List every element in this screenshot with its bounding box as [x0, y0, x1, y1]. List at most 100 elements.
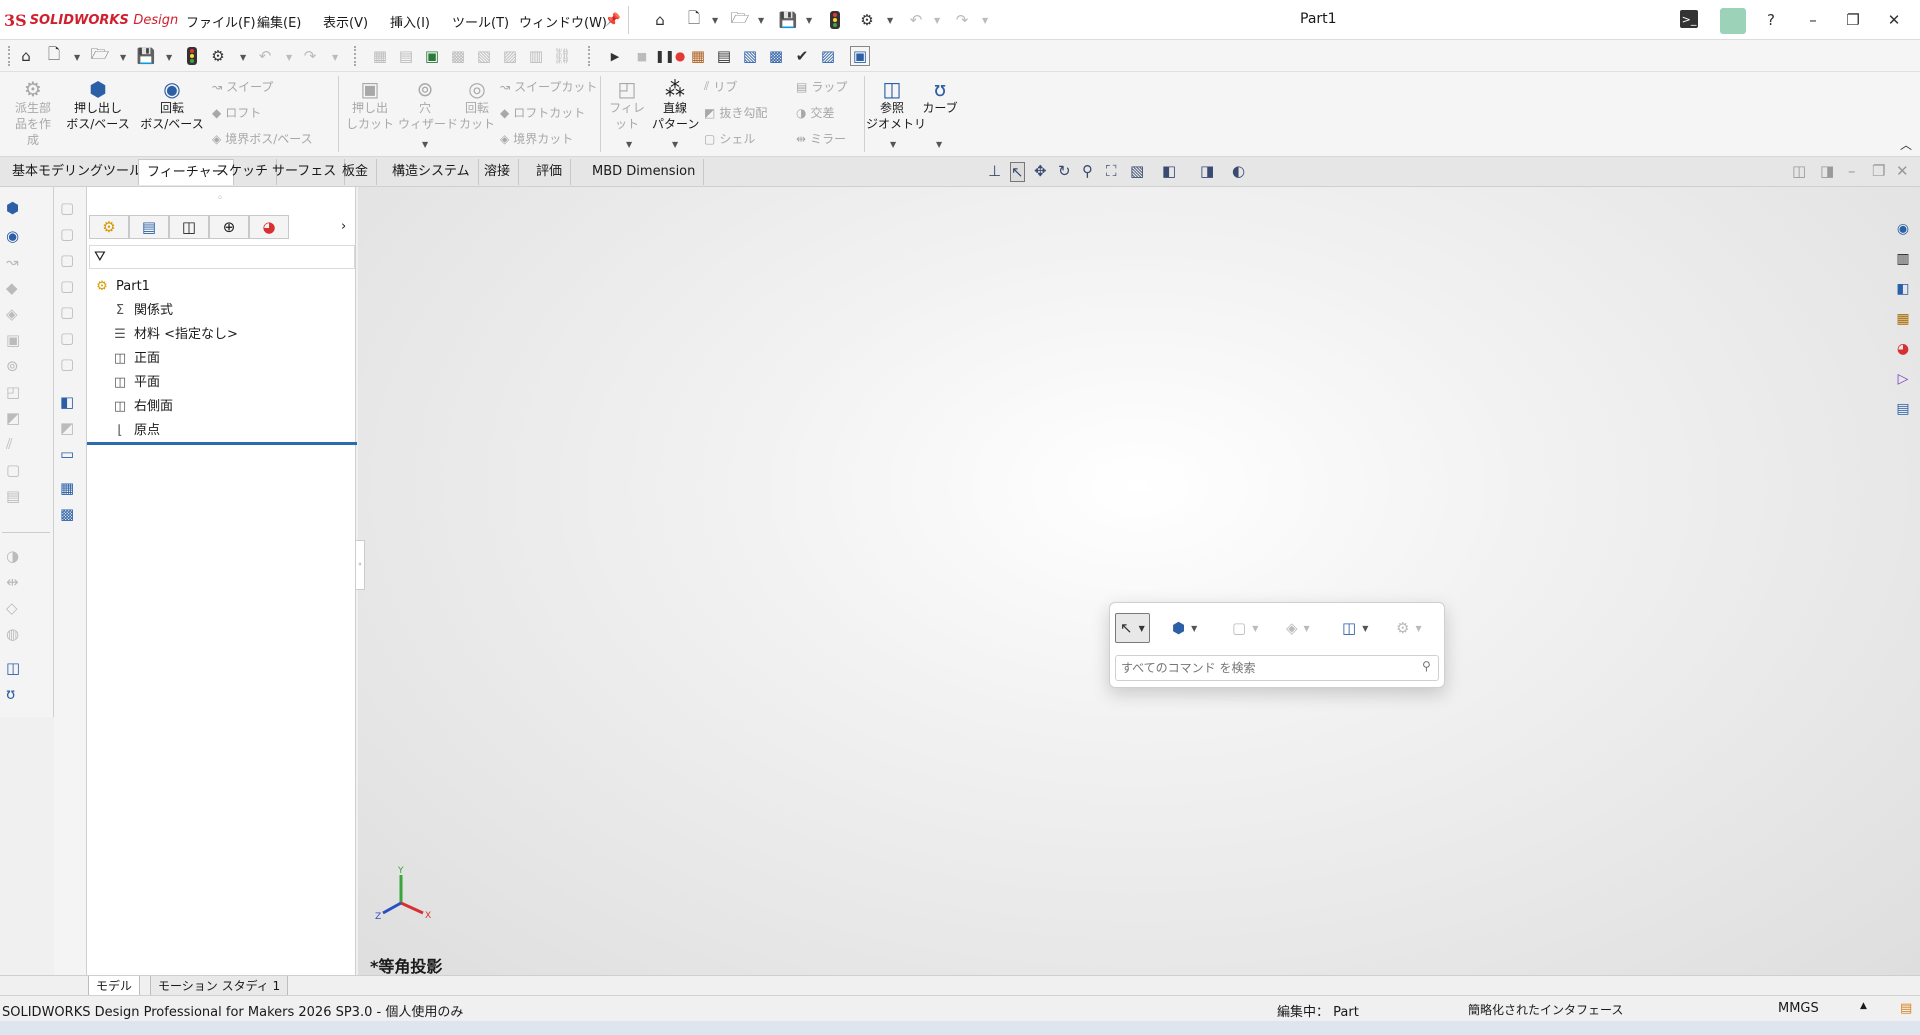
- image-annotation-icon[interactable]: ▣: [422, 46, 442, 66]
- tab-evaluate[interactable]: 評価: [528, 159, 572, 185]
- configuration-tab-icon[interactable]: ◫: [169, 215, 209, 239]
- home-icon[interactable]: ⌂: [16, 46, 36, 66]
- mirror-button[interactable]: ⇹ ミラー: [796, 130, 846, 147]
- menu-insert[interactable]: 挿入(I): [390, 12, 430, 31]
- new-document-icon[interactable]: 🗋: [684, 9, 704, 30]
- intersect-icon[interactable]: ◑: [6, 547, 19, 565]
- view-orientation-icon[interactable]: ◧: [1162, 162, 1176, 180]
- cube-icon[interactable]: ◈ ▼: [1286, 613, 1310, 643]
- sweep-icon[interactable]: ↝: [6, 253, 19, 271]
- save-icon[interactable]: 💾: [778, 10, 798, 30]
- undo-icon[interactable]: ↶: [906, 10, 926, 30]
- open-folder-icon[interactable]: 🗁: [90, 45, 110, 66]
- pan-icon[interactable]: ✥: [1034, 162, 1047, 180]
- design-library-icon[interactable]: ▥: [1892, 248, 1914, 270]
- tree-item-equations[interactable]: Σ 関係式: [93, 299, 355, 323]
- revolve-boss-button[interactable]: ◉ 回転 ボス/ベース: [138, 78, 206, 132]
- extrude-icon[interactable]: ⬢ ▼: [1172, 613, 1197, 643]
- sub-feature-icon[interactable]: ▢: [60, 303, 74, 321]
- linear-pattern-button[interactable]: ⁂ 直線 パターン: [652, 78, 699, 132]
- balloon-icon[interactable]: ▧: [474, 46, 494, 66]
- display-icon[interactable]: ▭: [60, 445, 74, 463]
- play-macro-icon[interactable]: ▶: [605, 46, 625, 66]
- avatar[interactable]: [1720, 8, 1746, 34]
- viewport-close-icon[interactable]: ✕: [1896, 162, 1909, 180]
- dimxpert-tab-icon[interactable]: ⊕: [209, 215, 249, 239]
- draft-icon[interactable]: ◩: [6, 409, 20, 427]
- extrude-boss-icon[interactable]: ⬢: [6, 199, 19, 217]
- tab-model[interactable]: モデル: [88, 976, 141, 996]
- tab-weldments[interactable]: 溶接: [476, 159, 520, 185]
- loft-icon[interactable]: ◆: [6, 279, 18, 297]
- traffic-light-icon[interactable]: [182, 46, 202, 66]
- appearances-icon[interactable]: ◕: [1892, 338, 1914, 360]
- collapse-ribbon-icon[interactable]: ︿: [1896, 134, 1916, 154]
- minimize-icon[interactable]: –: [1803, 10, 1823, 30]
- viewport-split-icon[interactable]: ◫: [1792, 162, 1806, 180]
- viewport-minimize-icon[interactable]: –: [1848, 162, 1856, 180]
- section-view-icon[interactable]: ▧: [1130, 162, 1144, 180]
- select-tool-icon[interactable]: ↖ ▼: [1115, 613, 1150, 643]
- menu-file[interactable]: ファイル(F): [186, 12, 256, 31]
- reference-geometry-icon[interactable]: ◫: [6, 659, 20, 677]
- loft-button[interactable]: ◆ ロフト: [212, 104, 261, 121]
- macro-new-icon[interactable]: ▤: [714, 46, 734, 66]
- sub-feature-icon[interactable]: ▢: [60, 199, 74, 217]
- display-style-icon[interactable]: ◨: [1200, 162, 1214, 180]
- menu-tools[interactable]: ツール(T): [452, 12, 509, 31]
- pin-icon[interactable]: 📌: [603, 10, 623, 30]
- expand-tabs-icon[interactable]: ›: [341, 219, 346, 234]
- tree-filter[interactable]: ⛛: [89, 245, 355, 269]
- sketch-icon[interactable]: ◧: [60, 393, 74, 411]
- reference-geometry-button[interactable]: ◫ 参照 ジオメトリ: [866, 78, 926, 132]
- custom-properties-icon[interactable]: ▷: [1892, 368, 1914, 390]
- macro-custom-icon[interactable]: ▩: [766, 46, 786, 66]
- wrap-button[interactable]: ▤ ラップ: [796, 78, 847, 95]
- tab-mbd-dimension[interactable]: MBD Dimension: [584, 159, 705, 185]
- extrude-cut-button[interactable]: ▣ 押し出 しカット: [344, 78, 396, 132]
- sub-feature-icon[interactable]: ▢: [60, 355, 74, 373]
- note-icon[interactable]: ▤: [396, 46, 416, 66]
- terminal-icon[interactable]: >_: [1680, 10, 1698, 28]
- pack-icon[interactable]: ▨: [818, 46, 838, 66]
- interface-mode[interactable]: 簡略化されたインタフェース: [1468, 1001, 1623, 1018]
- redo-icon[interactable]: ↷: [952, 10, 972, 30]
- redo-icon[interactable]: ↷: [300, 46, 320, 66]
- text-format-icon[interactable]: ▦: [370, 46, 390, 66]
- help-icon[interactable]: ?: [1761, 10, 1781, 30]
- rollback-bar[interactable]: [87, 442, 357, 445]
- sub-feature-icon[interactable]: ▢: [60, 329, 74, 347]
- curves-icon[interactable]: ʊ: [6, 685, 15, 703]
- macro-button-icon[interactable]: ▧: [740, 46, 760, 66]
- zoom-icon[interactable]: ⚲: [1082, 162, 1093, 180]
- markup-icon[interactable]: ▩: [448, 46, 468, 66]
- extrude-cut-icon[interactable]: ▣: [6, 331, 20, 349]
- stop-macro-icon[interactable]: ■: [632, 46, 652, 66]
- tree-item-top-plane[interactable]: ◫ 平面: [93, 371, 355, 395]
- combine-icon[interactable]: ◍: [6, 625, 19, 643]
- zoom-fit-icon[interactable]: ⛶: [1106, 162, 1117, 180]
- open-folder-icon[interactable]: 🗁: [730, 9, 750, 30]
- viewport-split2-icon[interactable]: ◨: [1820, 162, 1834, 180]
- tree-item-origin[interactable]: ⌊ 原点: [93, 419, 355, 443]
- restore-icon[interactable]: ❐: [1843, 10, 1863, 30]
- rib-icon[interactable]: ⫽: [6, 435, 13, 453]
- derived-part-button[interactable]: ⚙ 派生部 品を作 成: [8, 78, 58, 148]
- view-palette-icon[interactable]: ▦: [1892, 308, 1914, 330]
- save-icon[interactable]: 💾: [136, 46, 156, 66]
- measure-icon[interactable]: ▩: [60, 505, 74, 523]
- file-explorer-icon[interactable]: ◧: [1892, 278, 1914, 300]
- close-icon[interactable]: ✕: [1884, 10, 1904, 30]
- home-icon[interactable]: ⌂: [650, 10, 670, 30]
- sweep-button[interactable]: ↝ スイープ: [212, 78, 273, 95]
- intersect-button[interactable]: ◑ 交差: [796, 104, 835, 121]
- select-pointer-icon[interactable]: ↖: [1010, 162, 1025, 182]
- fillet-icon[interactable]: ◰: [6, 383, 20, 401]
- tree-item-material[interactable]: ☰ 材料 <指定なし>: [93, 323, 355, 347]
- traffic-light-icon[interactable]: [825, 10, 845, 30]
- view-normal-icon[interactable]: ⊥: [988, 162, 1001, 180]
- mirror-icon[interactable]: ⇹: [6, 573, 19, 591]
- feature-tree-tab-icon[interactable]: ⚙: [89, 215, 129, 239]
- boundary-boss-button[interactable]: ◈ 境界ボス/ベース: [212, 130, 313, 147]
- notification-icon[interactable]: ▤: [1900, 1001, 1912, 1016]
